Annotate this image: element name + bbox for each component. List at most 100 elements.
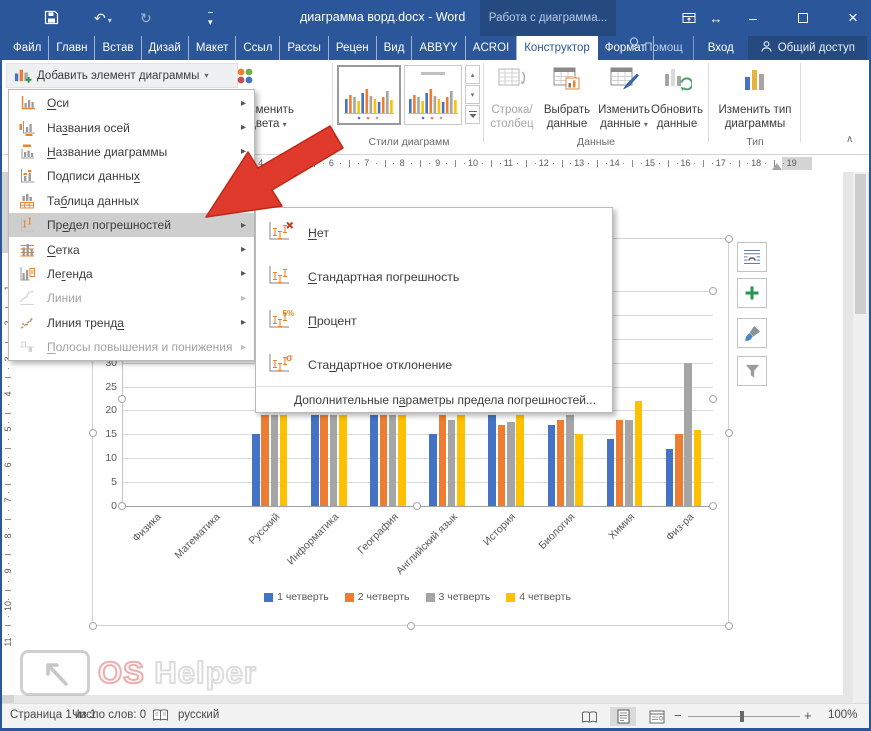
word-count[interactable]: Число слов: 0 xyxy=(72,709,146,721)
customize-qat-icon[interactable]: ▾ xyxy=(208,12,213,31)
tab-10[interactable]: ACROI xyxy=(466,36,517,60)
tab-1[interactable]: Главн xyxy=(49,36,95,60)
selection-handle[interactable] xyxy=(89,429,97,437)
language-indicator[interactable]: русский xyxy=(178,709,219,721)
fit-width-icon[interactable]: ↔ xyxy=(704,0,728,36)
bar-5-s2[interactable] xyxy=(448,420,456,506)
ribbon-display-options-icon[interactable] xyxy=(676,0,702,36)
bar-8-s2[interactable] xyxy=(625,420,633,506)
save-icon[interactable] xyxy=(44,10,59,29)
menu-item-updown-bars[interactable]: Полосы повышения и понижения▸ xyxy=(9,335,254,359)
selection-handle[interactable] xyxy=(709,287,717,295)
bar-3-s0[interactable] xyxy=(311,415,319,506)
tab-4[interactable]: Макет xyxy=(189,36,237,60)
chart-elements-button[interactable] xyxy=(737,278,767,308)
menu-item-legend[interactable]: Легенда▸ xyxy=(9,262,254,286)
minimize-icon[interactable]: – xyxy=(738,0,768,36)
menu-item-lines[interactable]: Линии▸ xyxy=(9,286,254,310)
select-data-button[interactable]: Выбрать данные xyxy=(540,63,594,135)
bar-4-s0[interactable] xyxy=(370,415,378,506)
selection-handle[interactable] xyxy=(709,502,717,510)
bar-7-s2[interactable] xyxy=(566,415,574,506)
zoom-slider-thumb[interactable] xyxy=(740,711,744,722)
undo-icon[interactable]: ↶▾ xyxy=(94,9,112,30)
legend-item[interactable]: 4 четверть xyxy=(506,591,571,603)
bar-3-s1[interactable] xyxy=(320,415,328,506)
tab-6[interactable]: Рассы xyxy=(280,36,328,60)
bar-8-s0[interactable] xyxy=(607,439,615,506)
gallery-scroll-up-icon[interactable]: ▴ xyxy=(465,65,480,84)
zoom-level[interactable]: 100% xyxy=(828,709,857,721)
tab-11[interactable]: Конструктор xyxy=(517,36,598,60)
change-chart-type-button[interactable]: Изменить тип диаграммы xyxy=(712,63,798,135)
print-layout-icon[interactable] xyxy=(610,707,636,726)
bar-8-s1[interactable] xyxy=(616,420,624,506)
bar-5-s0[interactable] xyxy=(429,434,437,506)
selection-handle[interactable] xyxy=(725,622,733,630)
bar-2-s1[interactable] xyxy=(261,415,269,506)
bar-6-s1[interactable] xyxy=(498,425,506,506)
read-mode-icon[interactable] xyxy=(576,707,602,726)
context-tab-group[interactable]: Работа с диаграмма... xyxy=(480,0,616,36)
gallery-more-icon[interactable] xyxy=(465,105,480,124)
chart-styles-button[interactable] xyxy=(737,318,767,348)
bar-2-s2[interactable] xyxy=(271,415,279,506)
add-chart-element-button[interactable]: Добавить элемент диаграммы ▾ xyxy=(6,63,238,88)
menu-item-trendline[interactable]: Линия тренда▸ xyxy=(9,311,254,335)
selection-handle[interactable] xyxy=(89,622,97,630)
menu-item-axes[interactable]: Оси▸ xyxy=(9,91,254,115)
share-button[interactable]: Общий доступ xyxy=(748,36,867,60)
bar-4-s1[interactable] xyxy=(380,415,388,506)
menu-item-data-labels[interactable]: Подписи данных▸ xyxy=(9,164,254,188)
submenu-item-eb-percent[interactable]: 5%Процент xyxy=(256,299,612,343)
bar-9-s1[interactable] xyxy=(675,434,683,506)
bar-7-s1[interactable] xyxy=(557,420,565,506)
tab-3[interactable]: Дизай xyxy=(142,36,189,60)
submenu-item-eb-std-error[interactable]: Стандартная погрешность xyxy=(256,255,612,299)
collapse-ribbon-icon[interactable]: ∧ xyxy=(846,134,853,145)
zoom-slider-track[interactable] xyxy=(688,716,800,717)
bar-9-s2[interactable] xyxy=(684,363,692,506)
bar-6-s3[interactable] xyxy=(516,415,524,506)
chart-style-thumbnail-1[interactable] xyxy=(337,65,401,125)
refresh-data-button[interactable]: Обновить данные xyxy=(648,63,706,135)
selection-handle[interactable] xyxy=(725,429,733,437)
bar-7-s0[interactable] xyxy=(548,425,556,506)
menu-item-gridlines[interactable]: Сетка▸ xyxy=(9,237,254,261)
web-layout-icon[interactable] xyxy=(644,707,670,726)
bar-9-s3[interactable] xyxy=(694,430,702,506)
vertical-scrollbar[interactable] xyxy=(853,172,868,703)
bar-2-s3[interactable] xyxy=(280,415,288,506)
layout-options-button[interactable] xyxy=(737,242,767,272)
bar-4-s2[interactable] xyxy=(389,415,397,506)
selection-handle[interactable] xyxy=(413,502,421,510)
edit-data-button[interactable]: Изменить данные ▾ xyxy=(596,63,652,135)
proofing-icon[interactable] xyxy=(152,708,169,726)
sign-in-button[interactable]: Вход xyxy=(702,42,740,54)
submenu-item-eb-none[interactable]: Нет xyxy=(256,211,612,255)
close-icon[interactable]: × xyxy=(838,0,868,36)
bar-5-s1[interactable] xyxy=(439,415,447,506)
menu-item-chart-title[interactable]: Название диаграммы▸ xyxy=(9,140,254,164)
bar-2-s0[interactable] xyxy=(252,434,260,506)
zoom-out-icon[interactable]: − xyxy=(674,708,682,723)
bar-6-s2[interactable] xyxy=(507,422,515,506)
chart-style-thumbnail-2[interactable] xyxy=(404,65,462,125)
legend-item[interactable]: 1 четверть xyxy=(264,591,329,603)
zoom-in-icon[interactable]: + xyxy=(804,708,812,723)
legend-item[interactable]: 3 четверть xyxy=(426,591,491,603)
menu-item-axis-titles[interactable]: Названия осей▸ xyxy=(9,115,254,139)
scrollbar-thumb[interactable] xyxy=(855,174,866,314)
bar-9-s0[interactable] xyxy=(666,449,674,506)
bar-8-s3[interactable] xyxy=(635,401,643,506)
tab-0[interactable]: Файл xyxy=(6,36,49,60)
tab-7[interactable]: Рецен xyxy=(329,36,377,60)
menu-item-data-table[interactable]: Таблица данных xyxy=(9,189,254,213)
bar-5-s3[interactable] xyxy=(457,415,465,506)
selection-handle[interactable] xyxy=(118,502,126,510)
maximize-icon[interactable] xyxy=(788,0,818,36)
bar-6-s0[interactable] xyxy=(488,415,496,506)
help-assistant[interactable]: Помощ xyxy=(626,36,693,60)
bar-4-s3[interactable] xyxy=(398,415,406,506)
redo-icon[interactable]: ↻ xyxy=(140,9,152,27)
